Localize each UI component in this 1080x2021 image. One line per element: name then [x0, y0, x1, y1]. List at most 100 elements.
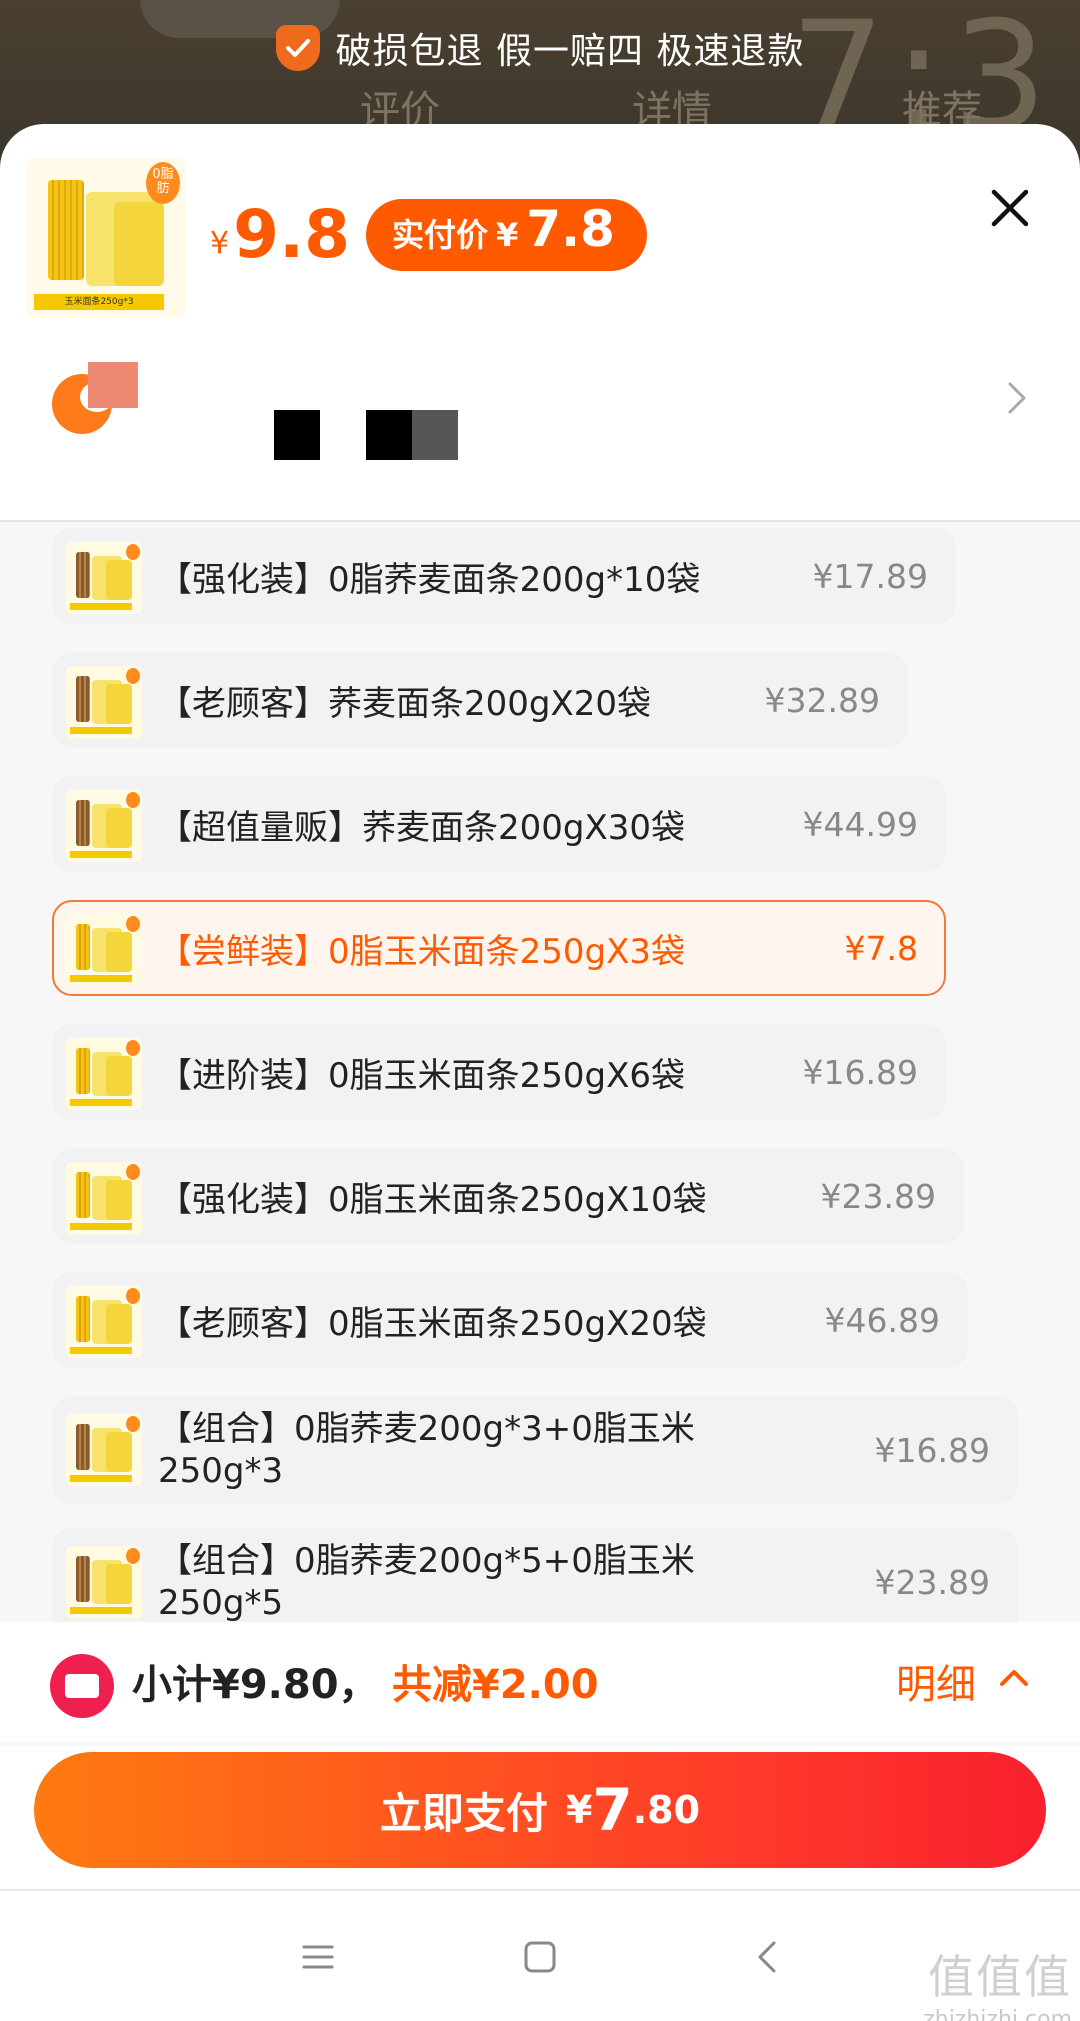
thumb-noodles	[76, 1556, 90, 1602]
thumb-package-2	[106, 1564, 132, 1604]
discount-text: 共减¥2.00	[392, 1662, 599, 1708]
chevron-up-icon[interactable]	[996, 1660, 1032, 1696]
sku-option[interactable]: 【老顾客】0脂玉米面条250gX20袋 ¥46.89	[52, 1272, 968, 1368]
thumb-noodles	[76, 552, 90, 598]
thumb-caption-strip	[70, 975, 132, 982]
sku-thumbnail	[66, 542, 142, 614]
thumb-badge	[126, 1416, 140, 1432]
thumb-caption-strip	[70, 1099, 132, 1106]
home-square-icon	[524, 1941, 556, 1973]
sku-option[interactable]: 【老顾客】荞麦面条200gX20袋 ¥32.89	[52, 652, 908, 748]
sku-thumbnail	[66, 666, 142, 738]
thumb-caption-strip	[70, 603, 132, 610]
thumb-badge	[126, 544, 140, 560]
sku-thumbnail	[66, 1162, 142, 1234]
guarantee-text: 破损包退 假一赔四 极速退款	[335, 31, 805, 72]
thumb-noodles	[76, 1296, 90, 1342]
redacted-text-1	[274, 410, 320, 460]
sku-price: ¥17.89	[812, 556, 928, 596]
redacted-text-3	[412, 410, 458, 460]
thumb-caption-strip	[70, 1475, 132, 1482]
thumb-package-2	[106, 808, 132, 848]
sku-label: 【老顾客】0脂玉米面条250gX20袋	[158, 1303, 707, 1344]
home-button[interactable]	[510, 1927, 570, 1987]
thumb-caption-strip	[70, 1347, 132, 1354]
sku-thumbnail	[66, 1414, 142, 1486]
back-button[interactable]	[738, 1927, 798, 1987]
sku-thumbnail	[66, 790, 142, 862]
sku-price: ¥23.89	[874, 1562, 990, 1602]
guarantee-banner: 破损包退 假一赔四 极速退款	[0, 20, 1080, 76]
sku-label: 【尝鲜装】0脂玉米面条250gX3袋	[158, 931, 686, 972]
thumb-noodles	[76, 924, 90, 970]
sku-option[interactable]: 【进阶装】0脂玉米面条250gX6袋 ¥16.89	[52, 1024, 946, 1120]
thumb-package-2	[106, 560, 132, 600]
sku-price: ¥7.8	[844, 928, 918, 968]
sku-label: 【老顾客】荞麦面条200gX20袋	[158, 683, 652, 724]
sku-option[interactable]: 【强化装】0脂荞麦面条200g*10袋 ¥17.89	[52, 528, 956, 624]
pay-amount-integer: 7	[592, 1776, 633, 1844]
detail-toggle[interactable]: 明细	[896, 1652, 976, 1710]
menu-button[interactable]	[288, 1927, 348, 1987]
coupon-icon-inner	[65, 1674, 99, 1698]
thumb-caption-strip	[70, 727, 132, 734]
thumb-noodles	[76, 676, 90, 722]
sku-option[interactable]: 【超值量贩】荞麦面条200gX30袋 ¥44.99	[52, 776, 946, 872]
thumb-noodles	[76, 1424, 90, 1470]
sku-price: ¥32.89	[764, 680, 880, 720]
thumb-caption-strip	[70, 1607, 132, 1614]
blurred-avatar	[88, 362, 138, 408]
subtotal-text: 小计¥9.80，	[132, 1662, 379, 1708]
pay-amount-decimal: .80	[632, 1788, 701, 1832]
sku-label: 【超值量贩】荞麦面条200gX30袋	[158, 807, 686, 848]
sku-thumbnail	[66, 914, 142, 986]
redacted-text-2	[366, 410, 412, 460]
thumb-package-2	[106, 684, 132, 724]
thumb-badge	[126, 1164, 140, 1180]
order-summary-bar: 小计¥9.80， 共减¥2.00 明细	[0, 1622, 1080, 1742]
watermark-url: zhizhizhi.com	[923, 2007, 1072, 2021]
thumb-noodles	[76, 800, 90, 846]
thumb-package-2	[106, 1180, 132, 1220]
sku-price: ¥44.99	[802, 804, 918, 844]
address-row[interactable]	[0, 124, 1080, 460]
back-icon	[758, 1941, 776, 1973]
sku-thumbnail	[66, 1546, 142, 1618]
sku-option[interactable]: 【组合】0脂荞麦200g*5+0脂玉米250g*5 ¥23.89	[52, 1528, 1018, 1636]
thumb-caption-strip	[70, 1223, 132, 1230]
sku-thumbnail	[66, 1038, 142, 1110]
thumb-package-2	[106, 1432, 132, 1472]
sku-label: 【强化装】0脂荞麦面条200g*10袋	[158, 559, 701, 600]
thumb-noodles	[76, 1048, 90, 1094]
sku-price: ¥46.89	[824, 1300, 940, 1340]
sku-label: 【强化装】0脂玉米面条250gX10袋	[158, 1179, 707, 1220]
system-nav-bar: 值值值 zhizhizhi.com	[0, 1889, 1080, 2021]
thumb-badge	[126, 916, 140, 932]
coupon-icon	[50, 1654, 114, 1718]
sku-price: ¥16.89	[802, 1052, 918, 1092]
sku-option[interactable]: 【组合】0脂荞麦200g*3+0脂玉米250g*3 ¥16.89	[52, 1396, 1018, 1504]
thumb-badge	[126, 1548, 140, 1564]
background-tabs: 评价 详情 推荐	[0, 78, 1080, 134]
thumb-badge	[126, 792, 140, 808]
sku-option[interactable]: 【强化装】0脂玉米面条250gX10袋 ¥23.89	[52, 1148, 964, 1244]
thumb-package-2	[106, 1056, 132, 1096]
thumb-package-2	[106, 1304, 132, 1344]
thumb-caption-strip	[70, 851, 132, 858]
sku-label: 【组合】0脂荞麦200g*3+0脂玉米250g*3	[158, 1409, 695, 1491]
sku-thumbnail	[66, 1286, 142, 1358]
sku-options-list[interactable]: 【强化装】0脂荞麦面条200g*10袋 ¥17.89 【老顾客】荞麦面条200g…	[0, 522, 1080, 1746]
thumb-package-2	[106, 932, 132, 972]
sku-price: ¥16.89	[874, 1430, 990, 1470]
watermark-logo: 值值值	[928, 1950, 1072, 2004]
thumb-caption: 玉米面条250g*3	[34, 294, 164, 310]
chevron-right-icon	[1008, 382, 1026, 414]
menu-icon	[302, 1945, 334, 1969]
pay-currency: ¥	[565, 1788, 593, 1832]
thumb-badge	[126, 1040, 140, 1056]
sku-option-selected[interactable]: 【尝鲜装】0脂玉米面条250gX3袋 ¥7.8	[52, 900, 946, 996]
pay-now-button[interactable]: 立即支付 ¥ 7 .80	[34, 1752, 1046, 1868]
pay-label: 立即支付	[379, 1788, 548, 1838]
sku-label: 【进阶装】0脂玉米面条250gX6袋	[158, 1055, 686, 1096]
thumb-badge	[126, 1288, 140, 1304]
